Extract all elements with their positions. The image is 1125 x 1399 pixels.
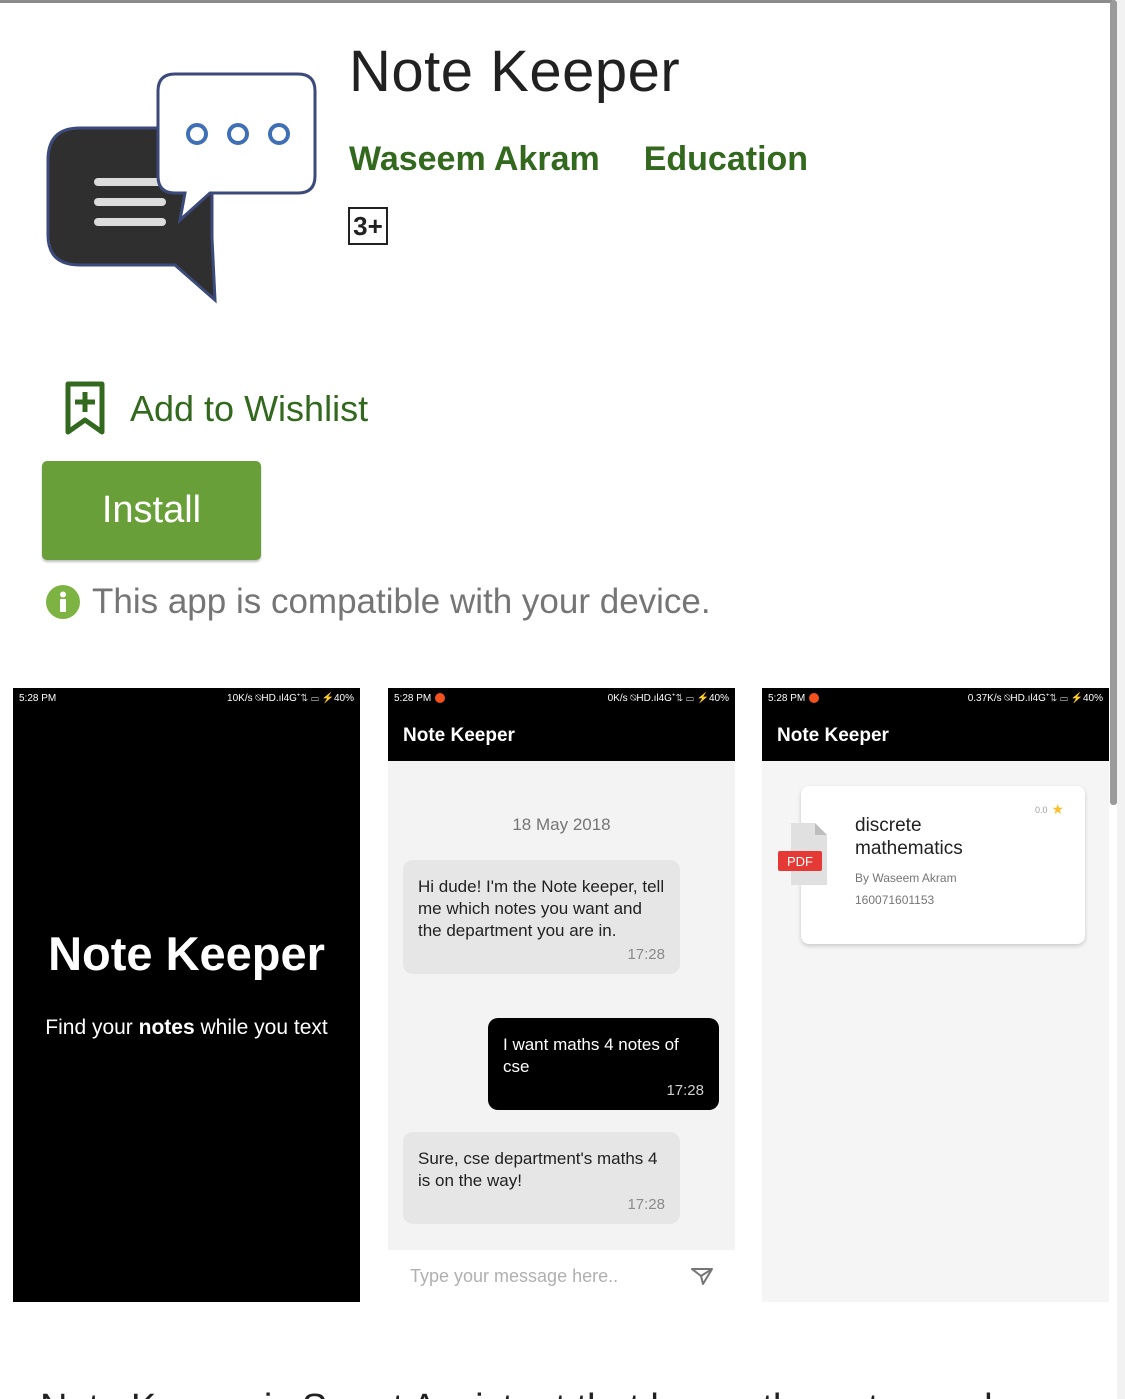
rating-value: 0.0 bbox=[1035, 804, 1048, 815]
add-to-wishlist-button[interactable]: Add to Wishlist bbox=[62, 380, 368, 438]
splash-title: Note Keeper bbox=[48, 927, 325, 980]
bookmark-add-icon bbox=[65, 381, 105, 435]
developer-link[interactable]: Waseem Akram bbox=[349, 140, 600, 179]
note-rating: 0.0 ★ bbox=[1035, 801, 1064, 818]
message-placeholder: Type your message here.. bbox=[410, 1265, 619, 1286]
chat-date: 18 May 2018 bbox=[512, 815, 611, 834]
app-meta: Waseem Akram Education bbox=[349, 140, 808, 179]
status-bar: 5:28 PM 0.37K/s ⍉HD.ıl4G⁺⇅ ▭ ⚡40% bbox=[762, 688, 1109, 708]
scrollbar[interactable] bbox=[1110, 0, 1117, 805]
page-edge bbox=[1117, 0, 1125, 1399]
splash-subtitle: Find your notes while you text bbox=[45, 1016, 328, 1039]
content-rating-badge: 3+ bbox=[348, 207, 388, 245]
pdf-file-icon: PDF bbox=[778, 823, 827, 885]
install-button[interactable]: Install bbox=[42, 461, 261, 560]
toolbar-title: Note Keeper bbox=[762, 708, 1109, 761]
status-bar: 5:28 PM 0K/s ⍉HD.ıl4G⁺⇅ ▭ ⚡40% bbox=[388, 688, 735, 708]
compatibility-text: This app is compatible with your device. bbox=[92, 582, 711, 621]
status-indicators: 0K/s ⍉HD.ıl4G⁺⇅ ▭ ⚡40% bbox=[607, 692, 729, 704]
status-indicators: 0.37K/s ⍉HD.ıl4G⁺⇅ ▭ ⚡40% bbox=[967, 692, 1103, 704]
notification-dot-icon bbox=[435, 693, 446, 703]
wishlist-label: Add to Wishlist bbox=[130, 388, 369, 429]
note-author: By Waseem Akram bbox=[855, 871, 957, 885]
top-divider bbox=[0, 0, 1112, 3]
note-title: discrete mathematics bbox=[855, 815, 963, 859]
status-bar: 5:28 PM 10K/s ⍉HD.ıl4G⁺⇅ ▭ ⚡40% bbox=[13, 688, 360, 708]
note-id: 160071601153 bbox=[855, 893, 935, 907]
info-icon bbox=[46, 585, 80, 619]
status-indicators: 10K/s ⍉HD.ıl4G⁺⇅ ▭ ⚡40% bbox=[227, 692, 354, 704]
chat-message-outgoing: I want maths 4 notes of cse 17:28 bbox=[488, 1018, 719, 1110]
star-icon: ★ bbox=[1051, 801, 1065, 817]
send-icon[interactable] bbox=[691, 1266, 713, 1286]
screenshot-notes[interactable]: 5:28 PM 0.37K/s ⍉HD.ıl4G⁺⇅ ▭ ⚡40% Note K… bbox=[762, 688, 1109, 1302]
compatibility-notice: This app is compatible with your device. bbox=[46, 582, 711, 622]
svg-text:PDF: PDF bbox=[787, 854, 813, 869]
app-title: Note Keeper bbox=[349, 39, 681, 104]
status-time: 5:28 PM bbox=[394, 692, 432, 704]
screenshot-chat[interactable]: 5:28 PM 0K/s ⍉HD.ıl4G⁺⇅ ▭ ⚡40% Note Keep… bbox=[388, 688, 735, 1302]
app-icon bbox=[40, 60, 330, 310]
message-time: 17:28 bbox=[627, 946, 665, 963]
message-time: 17:28 bbox=[666, 1082, 704, 1099]
status-time: 5:28 PM bbox=[19, 692, 57, 704]
message-input[interactable]: Type your message here.. bbox=[388, 1250, 735, 1302]
chat-message-incoming: Hi dude! I'm the Note keeper, tell me wh… bbox=[403, 860, 680, 974]
status-time: 5:28 PM bbox=[768, 692, 806, 704]
chat-message-incoming: Sure, cse department's maths 4 is on the… bbox=[403, 1132, 680, 1224]
notification-dot-icon bbox=[809, 693, 820, 703]
description-text: Note Keeper is Smart Assistant that keep… bbox=[40, 1387, 993, 1399]
screenshot-splash[interactable]: 5:28 PM 10K/s ⍉HD.ıl4G⁺⇅ ▭ ⚡40% Note Kee… bbox=[13, 688, 360, 1302]
toolbar-title: Note Keeper bbox=[388, 708, 735, 761]
category-link[interactable]: Education bbox=[644, 140, 808, 179]
message-time: 17:28 bbox=[627, 1196, 665, 1213]
